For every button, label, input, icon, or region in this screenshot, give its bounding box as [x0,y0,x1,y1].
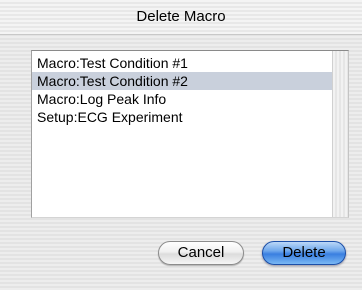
list-item[interactable]: Macro:Test Condition #2 [32,72,332,90]
delete-button[interactable]: Delete [262,241,346,265]
macro-list-items: Macro:Test Condition #1 Macro:Test Condi… [32,54,332,126]
list-scrollbar[interactable] [332,51,348,217]
list-item[interactable]: Setup:ECG Experiment [32,108,332,126]
title-bar[interactable]: Delete Macro [0,0,362,35]
delete-macro-dialog: Delete Macro Macro:Test Condition #1 Mac… [0,0,362,290]
dialog-title: Delete Macro [136,8,226,25]
list-item[interactable]: Macro:Log Peak Info [32,90,332,108]
list-item[interactable]: Macro:Test Condition #1 [32,54,332,72]
cancel-button[interactable]: Cancel [158,241,244,265]
macro-list[interactable]: Macro:Test Condition #1 Macro:Test Condi… [31,50,349,218]
